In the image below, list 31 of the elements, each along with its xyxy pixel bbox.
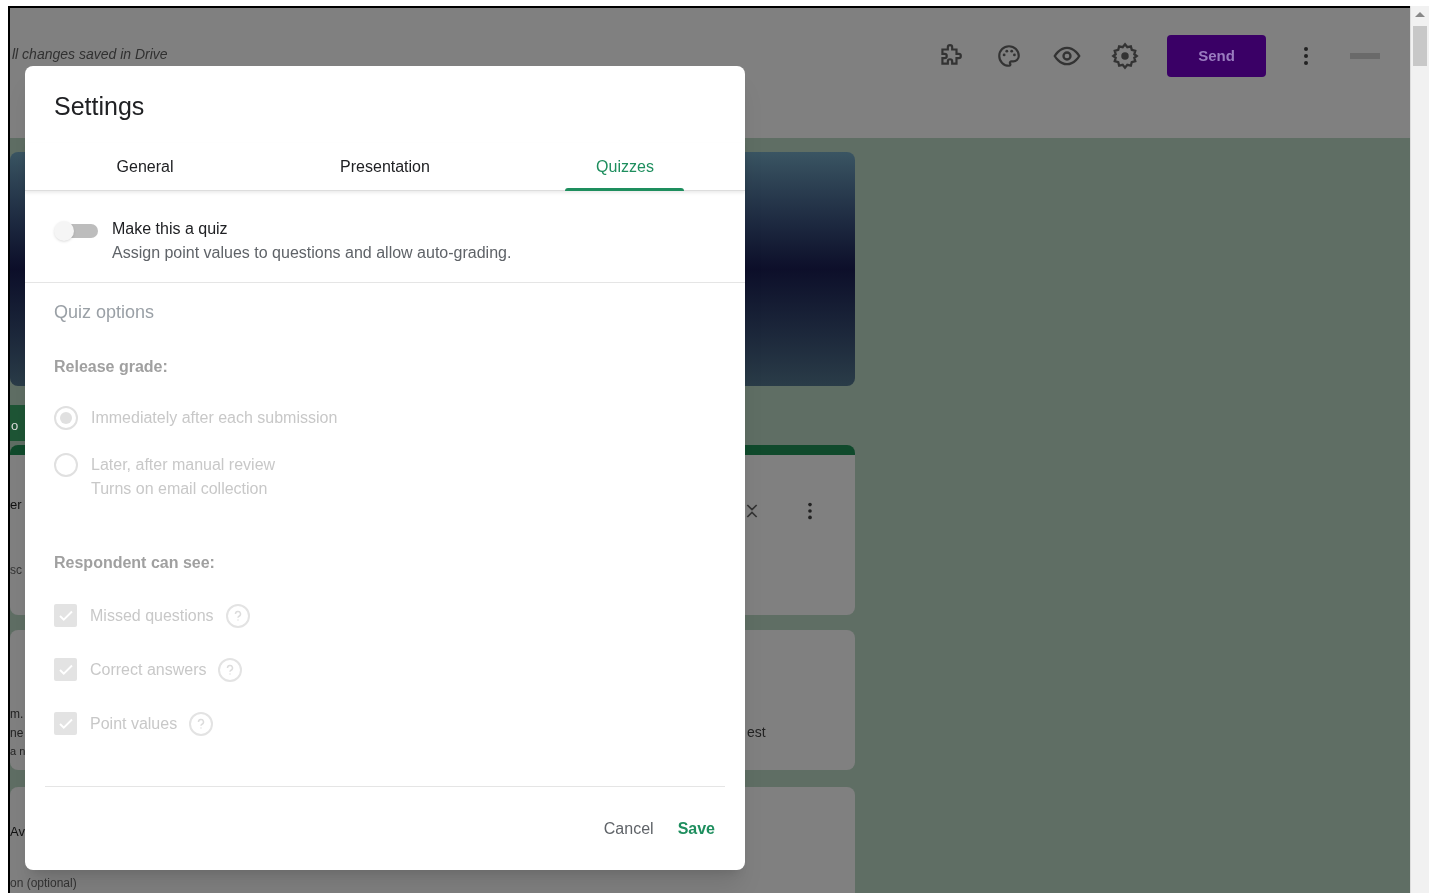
section-bar	[10, 405, 25, 441]
background-text: a n	[10, 744, 26, 759]
cancel-button[interactable]: Cancel	[595, 810, 662, 847]
scroll-up-icon[interactable]	[1415, 12, 1425, 17]
background-text: Av	[10, 823, 25, 841]
save-button[interactable]: Save	[669, 810, 723, 847]
settings-icon[interactable]	[1111, 42, 1139, 70]
background-text: er	[10, 496, 22, 514]
save-status: ll changes saved in Drive	[12, 45, 168, 64]
send-button[interactable]: Send	[1167, 35, 1266, 77]
help-icon[interactable]	[189, 711, 214, 736]
toggle-label: Make this a quiz	[112, 218, 229, 239]
scrollbar-thumb[interactable]	[1413, 26, 1427, 66]
section-title: Quiz options	[54, 300, 156, 324]
background-text: ne	[10, 725, 24, 742]
group-label: Respondent can see:	[54, 552, 216, 573]
palette-icon[interactable]	[996, 43, 1022, 69]
help-icon[interactable]	[225, 603, 250, 628]
quiz-toggle[interactable]	[54, 220, 100, 241]
tab[interactable]: Quizzes	[505, 142, 745, 191]
background-text: o	[11, 417, 19, 435]
background-text: on (optional)	[10, 875, 77, 892]
card-text: est	[747, 723, 766, 742]
dialog-title: Settings	[53, 91, 146, 122]
background-text: m.	[10, 706, 24, 723]
group-label: Release grade:	[54, 356, 169, 377]
background-text: sc	[10, 562, 22, 579]
tab[interactable]: Presentation	[265, 142, 505, 191]
toggle-description: Assign point values to questions and allow auto-grading.	[112, 242, 512, 263]
tab[interactable]: General	[25, 142, 265, 191]
help-icon[interactable]	[218, 657, 243, 682]
